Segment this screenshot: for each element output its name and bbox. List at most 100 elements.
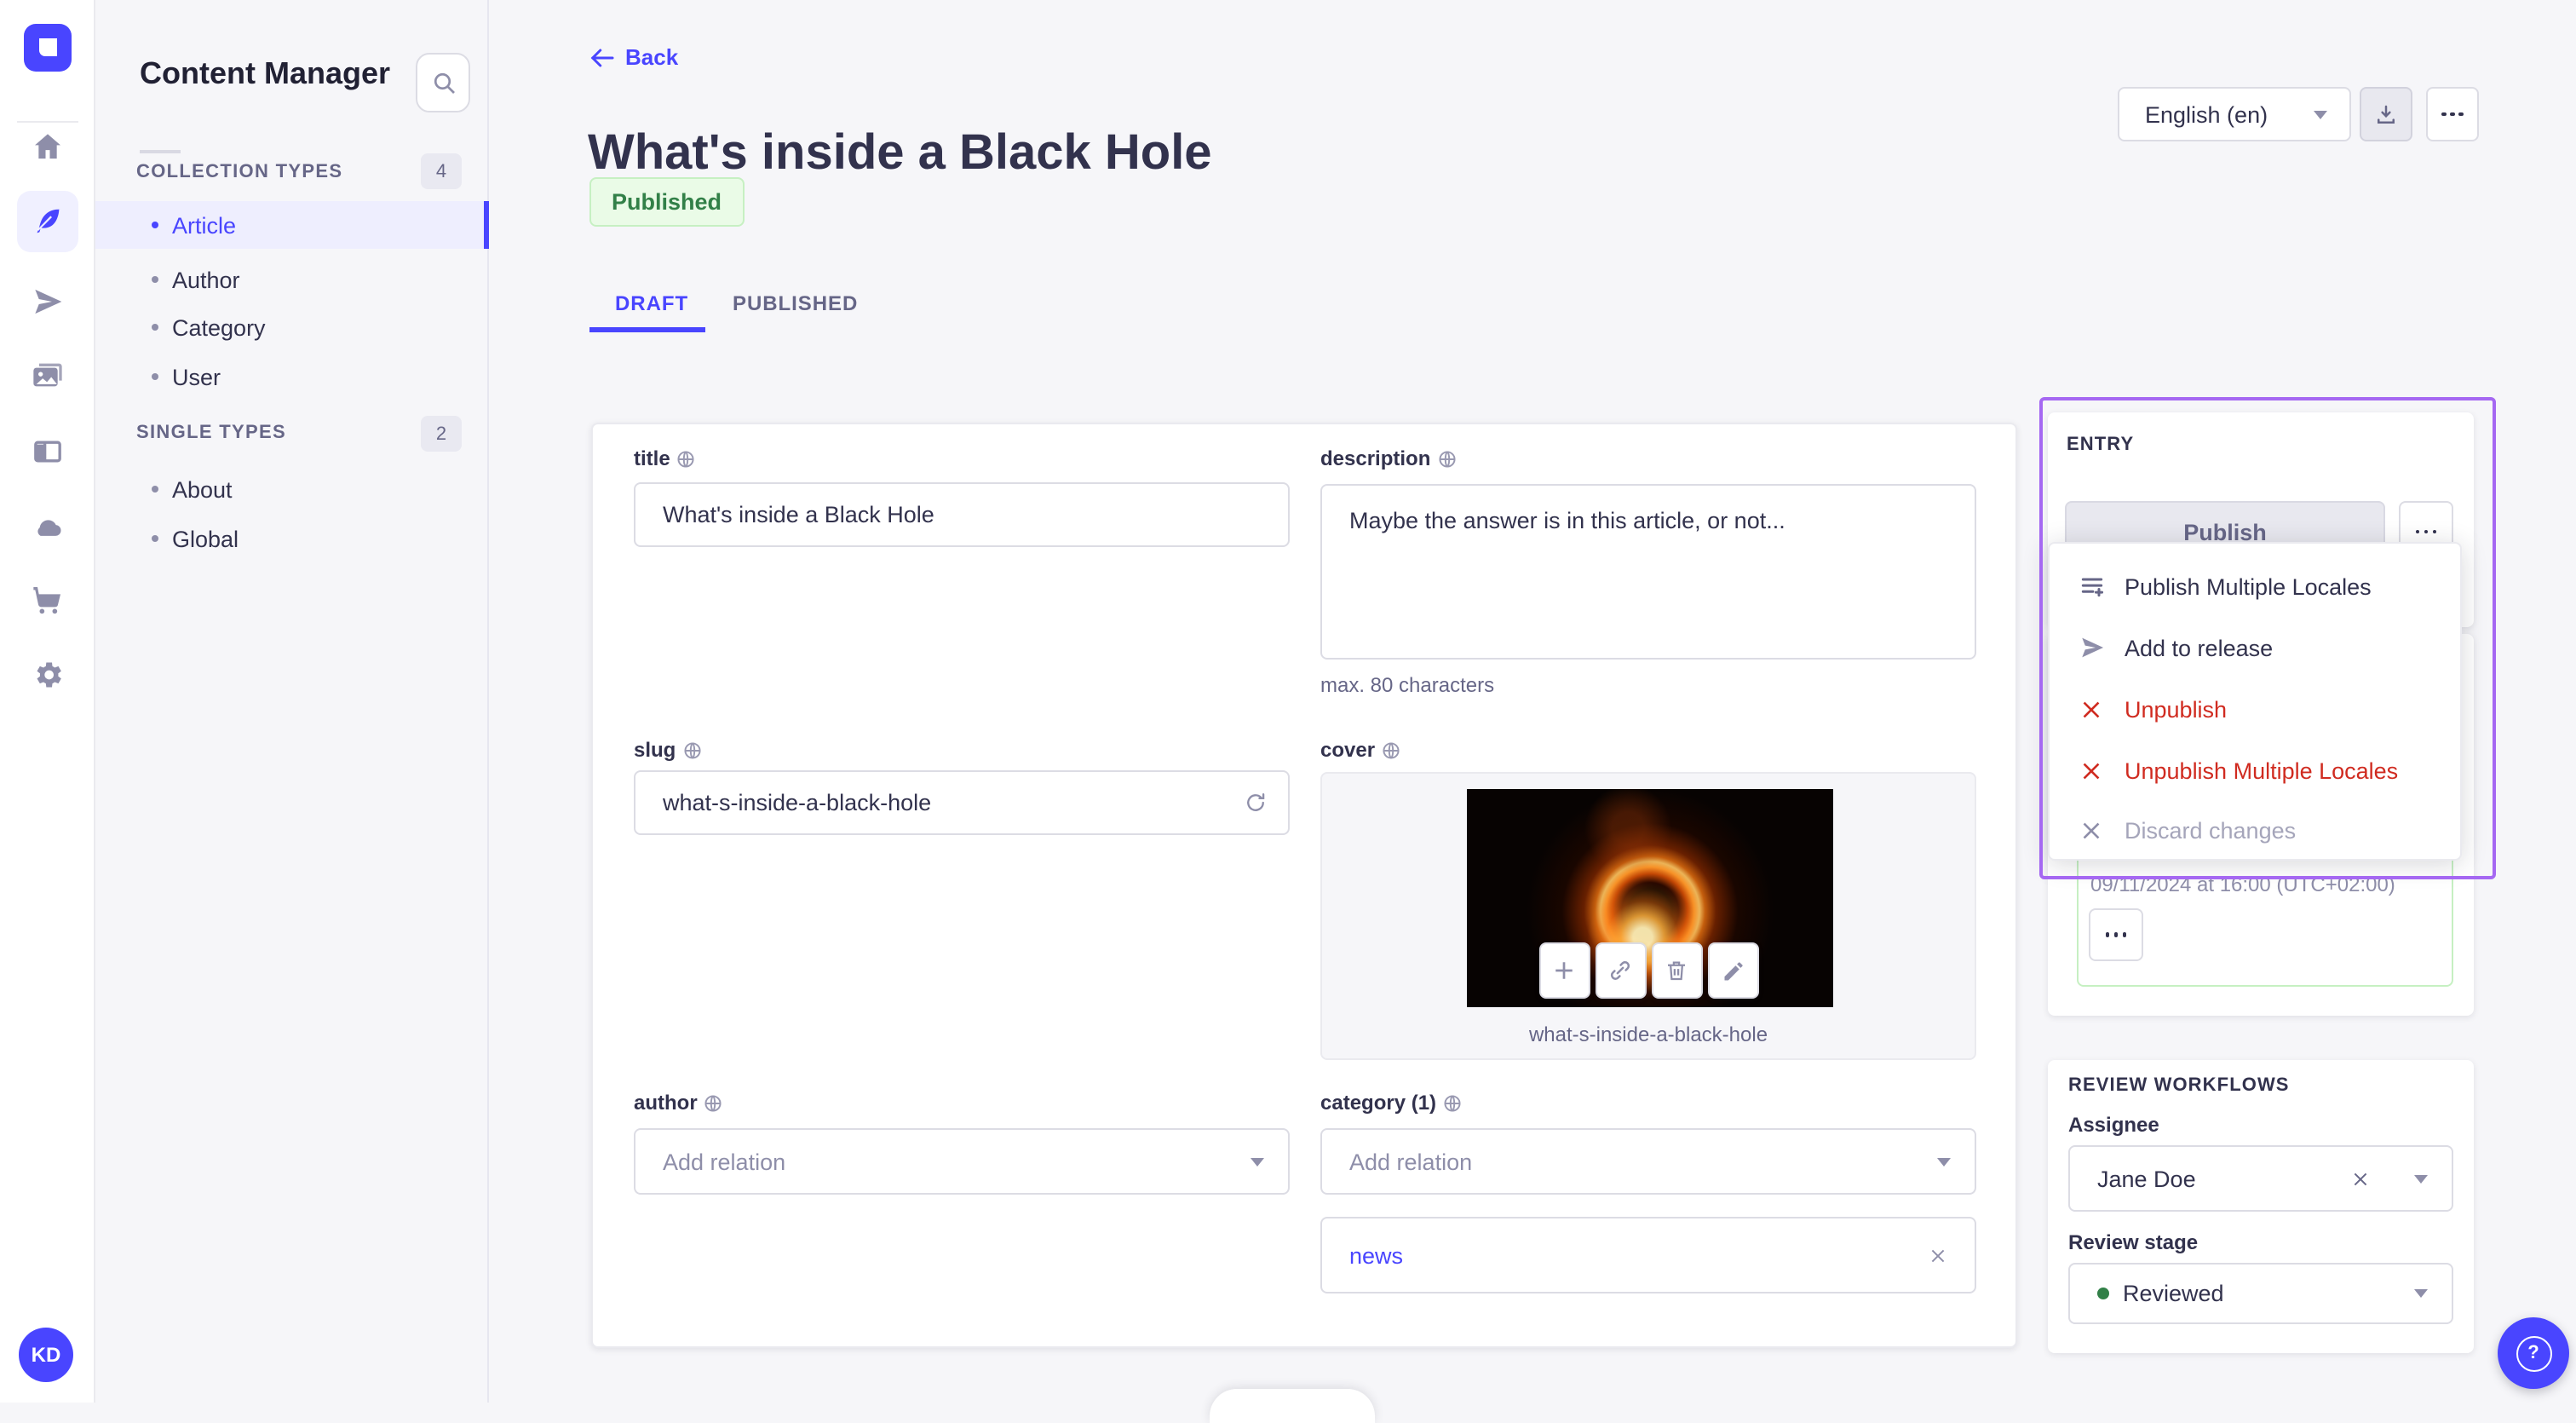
menu-item-add-to-release[interactable]: Add to release bbox=[2050, 620, 2460, 675]
cover-field-label: cover bbox=[1320, 738, 1400, 762]
menu-item-publish-multiple-locales[interactable]: Publish Multiple Locales bbox=[2050, 559, 2460, 614]
more-icon bbox=[2415, 529, 2437, 534]
review-stage-select[interactable]: Reviewed bbox=[2068, 1263, 2453, 1324]
bullet-icon bbox=[152, 535, 158, 542]
globe-icon bbox=[1443, 1093, 1462, 1112]
entry-form-card: title What's inside a Black Hole descrip… bbox=[591, 423, 2017, 1348]
menu-item-label: Publish Multiple Locales bbox=[2125, 573, 2372, 599]
marketplace-cart-icon[interactable] bbox=[17, 569, 78, 631]
author-field-label: author bbox=[634, 1091, 723, 1115]
regenerate-slug-icon[interactable] bbox=[1244, 791, 1268, 815]
question-icon: ? bbox=[2516, 1335, 2551, 1371]
more-icon bbox=[2105, 932, 2127, 937]
globe-icon bbox=[1437, 449, 1456, 468]
delete-media-button[interactable] bbox=[1651, 942, 1702, 999]
collapsed-panel-top[interactable] bbox=[1210, 1389, 1375, 1423]
sidebar-item-label: Global bbox=[172, 526, 239, 551]
description-field-label: description bbox=[1320, 446, 1456, 470]
sidebar-item-article[interactable]: Article bbox=[95, 201, 489, 249]
help-button[interactable]: ? bbox=[2498, 1317, 2569, 1389]
content-type-builder-icon[interactable] bbox=[17, 421, 78, 482]
x-icon bbox=[2077, 815, 2106, 844]
trash-icon bbox=[1664, 958, 1689, 983]
menu-item-label: Discard changes bbox=[2125, 817, 2297, 843]
header-more-button[interactable] bbox=[2426, 87, 2479, 141]
sidebar-item-category[interactable]: Category bbox=[95, 303, 489, 351]
title-input[interactable]: What's inside a Black Hole bbox=[634, 482, 1290, 547]
settings-gear-icon[interactable] bbox=[17, 644, 78, 706]
entry-actions-menu: Publish Multiple Locales Add to release … bbox=[2048, 542, 2462, 861]
sidebar-item-global[interactable]: Global bbox=[95, 515, 489, 562]
strapi-logo-icon[interactable] bbox=[24, 24, 72, 72]
cover-field: what-s-inside-a-black-hole bbox=[1320, 772, 1976, 1060]
sidebar-item-label: About bbox=[172, 476, 233, 502]
menu-item-unpublish[interactable]: Unpublish bbox=[2050, 682, 2460, 736]
description-textarea[interactable]: Maybe the answer is in this article, or … bbox=[1320, 484, 1976, 660]
back-link[interactable]: Back bbox=[589, 44, 678, 70]
assignee-label: Assignee bbox=[2068, 1113, 2159, 1137]
x-icon bbox=[2077, 694, 2106, 723]
list-add-icon bbox=[2077, 572, 2106, 601]
more-icon bbox=[2441, 112, 2464, 117]
home-icon[interactable] bbox=[17, 116, 78, 177]
tab-published[interactable]: PUBLISHED bbox=[733, 291, 858, 315]
menu-item-discard-changes[interactable]: Discard changes bbox=[2050, 803, 2460, 857]
slug-input[interactable]: what-s-inside-a-black-hole bbox=[634, 770, 1290, 835]
download-icon bbox=[2373, 101, 2399, 127]
assignee-select[interactable]: Jane Doe bbox=[2068, 1145, 2453, 1212]
sidebar-divider bbox=[140, 150, 181, 153]
cloud-icon[interactable] bbox=[17, 496, 78, 557]
releases-plane-icon[interactable] bbox=[17, 271, 78, 332]
globe-icon bbox=[682, 740, 701, 759]
release-more-button[interactable] bbox=[2089, 908, 2143, 961]
assignee-value: Jane Doe bbox=[2097, 1166, 2196, 1191]
sidebar-item-user[interactable]: User bbox=[95, 353, 489, 400]
search-icon bbox=[430, 70, 456, 95]
avatar[interactable]: KD bbox=[19, 1328, 73, 1382]
bullet-icon bbox=[152, 222, 158, 228]
bullet-icon bbox=[152, 324, 158, 331]
category-relation-select[interactable]: Add relation bbox=[1320, 1128, 1976, 1195]
plus-icon bbox=[1551, 958, 1577, 983]
section-label-single-types: SINGLE TYPES bbox=[136, 423, 286, 443]
relation-link[interactable]: news bbox=[1349, 1242, 1403, 1268]
paper-plane-icon bbox=[2077, 633, 2106, 662]
scheduled-date: 09/11/2024 at 16:00 (UTC+02:00) bbox=[2090, 873, 2395, 896]
clear-assignee-icon[interactable] bbox=[2351, 1169, 2370, 1188]
sidebar-item-label: User bbox=[172, 364, 221, 389]
category-field-label: category (1) bbox=[1320, 1091, 1462, 1115]
media-library-icon[interactable] bbox=[17, 344, 78, 406]
bullet-icon bbox=[152, 486, 158, 493]
add-media-button[interactable] bbox=[1538, 942, 1590, 999]
tab-draft[interactable]: DRAFT bbox=[615, 291, 688, 315]
chevron-down-icon bbox=[1937, 1157, 1951, 1166]
copy-link-button[interactable] bbox=[1595, 942, 1646, 999]
pencil-icon bbox=[1721, 959, 1745, 982]
globe-icon bbox=[704, 1093, 723, 1112]
slug-field-label: slug bbox=[634, 738, 701, 762]
menu-item-unpublish-multiple-locales[interactable]: Unpublish Multiple Locales bbox=[2050, 743, 2460, 798]
back-arrow-icon bbox=[589, 47, 615, 67]
search-button[interactable] bbox=[416, 53, 470, 112]
category-relation-item[interactable]: news bbox=[1320, 1217, 1976, 1293]
sidebar-item-label: Article bbox=[172, 212, 237, 238]
icon-rail: KD bbox=[0, 0, 95, 1403]
review-stage-value: Reviewed bbox=[2123, 1281, 2224, 1306]
locale-select[interactable]: English (en) bbox=[2118, 87, 2351, 141]
status-badge: Published bbox=[589, 177, 745, 227]
sidebar-item-about[interactable]: About bbox=[95, 465, 489, 513]
author-placeholder: Add relation bbox=[663, 1149, 786, 1174]
bullet-icon bbox=[152, 373, 158, 380]
edit-media-button[interactable] bbox=[1707, 942, 1758, 999]
remove-relation-icon[interactable] bbox=[1929, 1246, 1947, 1265]
download-button[interactable] bbox=[2360, 87, 2412, 141]
app-window: KD Content Manager COLLECTION TYPES 4 Ar… bbox=[0, 0, 2576, 1423]
content-manager-feather-icon[interactable] bbox=[17, 191, 78, 252]
sidebar-title: Content Manager bbox=[140, 56, 391, 90]
globe-icon bbox=[677, 449, 696, 468]
description-helper: max. 80 characters bbox=[1320, 673, 1495, 697]
author-relation-select[interactable]: Add relation bbox=[634, 1128, 1290, 1195]
sidebar-item-author[interactable]: Author bbox=[95, 256, 489, 303]
chevron-down-icon bbox=[2414, 1289, 2428, 1298]
locale-select-value: English (en) bbox=[2145, 101, 2268, 127]
